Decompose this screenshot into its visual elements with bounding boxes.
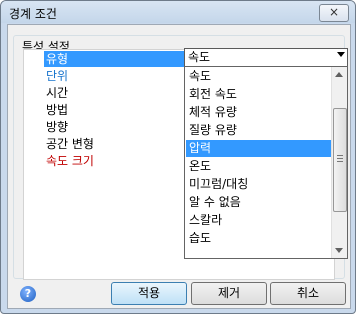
dropdown-option[interactable]: 스칼라 [186, 212, 334, 229]
property-label: 속도 크기 [46, 154, 94, 168]
title-bar[interactable]: 경계 조건 × [1, 1, 355, 23]
dropdown-option[interactable]: 습도 [186, 230, 334, 247]
dropdown-option[interactable]: 질량 유량 [186, 122, 334, 139]
window-title: 경계 조건 [9, 7, 57, 21]
remove-button[interactable]: 제거 [191, 282, 267, 305]
dropdown-option-selected[interactable]: 압력 [186, 140, 334, 157]
dropdown-option[interactable]: 속도 [186, 68, 334, 85]
help-icon[interactable]: ? [20, 286, 36, 302]
property-label: 유형 [44, 51, 196, 67]
property-label: 공간 변형 [46, 137, 94, 151]
property-label: 방법 [46, 103, 69, 117]
grip-line [337, 155, 343, 156]
combo-value: 속도 [188, 50, 211, 64]
scroll-thumb[interactable] [333, 108, 347, 212]
dropdown-option[interactable]: 미끄럼/대칭 [186, 176, 334, 193]
scroll-down-arrow-icon[interactable] [335, 248, 343, 253]
property-label: 단위 [46, 69, 69, 83]
dropdown-option[interactable]: 체적 유량 [186, 104, 334, 121]
dropdown-option[interactable]: 회전 속도 [186, 86, 334, 103]
apply-button[interactable]: 적용 [111, 282, 187, 305]
dropdown-option[interactable]: 알 수 없음 [186, 194, 334, 211]
type-combobox[interactable]: 속도 [184, 48, 348, 67]
dialog-window: 경계 조건 × 특성 설정 유형 단위 시간 방법 방향 공간 변형 속도 크기… [0, 0, 356, 314]
scroll-up-arrow-icon[interactable] [335, 72, 343, 77]
property-label: 방향 [46, 120, 69, 134]
property-label: 시간 [46, 86, 69, 100]
type-dropdown-list[interactable]: 속도 회전 속도 체적 유량 질량 유량 압력 온도 미끄럼/대칭 알 수 없음… [184, 66, 348, 259]
dropdown-option[interactable]: 온도 [186, 158, 334, 175]
grip-line [337, 158, 343, 159]
chevron-down-icon[interactable] [337, 52, 345, 57]
dropdown-scrollbar[interactable] [331, 67, 347, 258]
cancel-button[interactable]: 취소 [270, 282, 346, 305]
grip-line [337, 161, 343, 162]
dialog-body: 특성 설정 유형 단위 시간 방법 방향 공간 변형 속도 크기 속도 속도 회… [7, 24, 351, 309]
close-button[interactable]: × [319, 4, 349, 22]
